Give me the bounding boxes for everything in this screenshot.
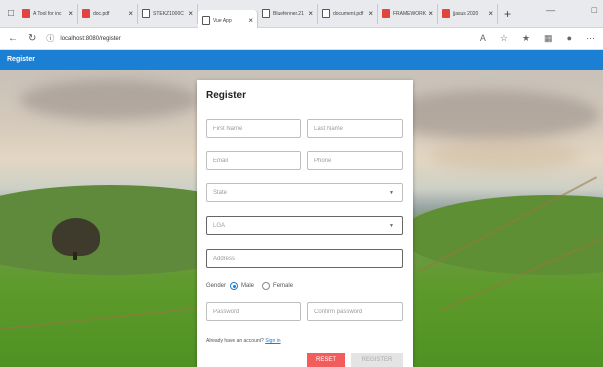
lga-select[interactable]: LGA ▼ bbox=[206, 216, 403, 235]
favorite-icon[interactable]: ☆ bbox=[500, 33, 508, 44]
phone-field[interactable] bbox=[307, 151, 403, 170]
gender-male-label[interactable]: Male bbox=[241, 283, 254, 289]
new-tab-icon[interactable]: + bbox=[504, 7, 511, 21]
refresh-icon[interactable]: ↻ bbox=[28, 33, 36, 44]
browser-tab[interactable]: doc.pdf × bbox=[78, 3, 138, 24]
browser-tab-label: Vue App bbox=[213, 17, 232, 24]
browser-tab-label: Bluefenner.21 bbox=[273, 10, 304, 17]
browser-tab[interactable]: jjasus 2020 × bbox=[438, 3, 498, 24]
password-field[interactable] bbox=[206, 302, 301, 321]
doc-icon bbox=[142, 9, 150, 18]
account-prompt: Already have an account? Sign in bbox=[206, 338, 281, 344]
close-tab-icon[interactable]: × bbox=[248, 16, 253, 25]
form-title: Register bbox=[206, 90, 247, 101]
last-name-field[interactable] bbox=[307, 119, 403, 138]
gender-label: Gender bbox=[206, 283, 227, 289]
register-card: Register State ▼ LGA ▼ Gender Male Femal… bbox=[197, 80, 413, 367]
profile-icon[interactable]: ● bbox=[567, 33, 572, 44]
browser-tab[interactable]: A Tool for inc × bbox=[18, 3, 78, 24]
tab-strip: A Tool for inc × doc.pdf × STEKZ1000C × Vue Ap… bbox=[18, 0, 498, 32]
close-tab-icon[interactable]: × bbox=[488, 9, 493, 18]
collections-icon[interactable]: ▦ bbox=[544, 33, 553, 44]
browser-tab-label: A Tool for inc bbox=[33, 10, 62, 17]
state-select[interactable]: State ▼ bbox=[206, 183, 403, 202]
browser-tab[interactable]: Bluefenner.21 × bbox=[258, 3, 318, 24]
first-name-input[interactable] bbox=[213, 126, 300, 132]
url-text[interactable]: localhost:8080/register bbox=[60, 36, 120, 42]
browser-tab[interactable]: FRAMEWORK × bbox=[378, 3, 438, 24]
pdf-icon bbox=[82, 9, 90, 18]
phone-input[interactable] bbox=[314, 158, 402, 164]
pdf-icon bbox=[442, 9, 450, 18]
doc-icon bbox=[322, 9, 330, 18]
chevron-down-icon: ▼ bbox=[389, 190, 394, 196]
tree bbox=[52, 218, 100, 256]
tab-actions-icon[interactable]: □ bbox=[4, 7, 18, 21]
browser-tab[interactable]: document.pdf × bbox=[318, 3, 378, 24]
reset-button[interactable]: RESET bbox=[307, 353, 345, 367]
close-tab-icon[interactable]: × bbox=[128, 9, 133, 18]
email-field[interactable] bbox=[206, 151, 301, 170]
confirm-password-field[interactable] bbox=[307, 302, 403, 321]
email-input[interactable] bbox=[213, 158, 300, 164]
close-tab-icon[interactable]: × bbox=[368, 9, 373, 18]
browser-tab-label: document.pdf bbox=[333, 10, 364, 17]
close-tab-icon[interactable]: × bbox=[428, 9, 433, 18]
window-controls: — x □ bbox=[546, 5, 597, 15]
sign-in-link[interactable]: Sign in bbox=[265, 338, 280, 344]
browser-tab[interactable]: STEKZ1000C × bbox=[138, 3, 198, 24]
password-input[interactable] bbox=[213, 309, 300, 315]
more-icon[interactable]: ⋯ bbox=[586, 33, 595, 44]
gender-group: Gender Male Female bbox=[206, 282, 293, 290]
account-prompt-text: Already have an account? bbox=[206, 338, 264, 344]
register-button[interactable]: REGISTER bbox=[351, 353, 403, 367]
close-tab-icon[interactable]: × bbox=[68, 9, 73, 18]
gender-female-radio[interactable] bbox=[262, 282, 271, 290]
browser-tab-label: doc.pdf bbox=[93, 10, 110, 17]
address-input[interactable] bbox=[213, 256, 402, 262]
first-name-field[interactable] bbox=[206, 119, 301, 138]
close-tab-icon[interactable]: × bbox=[188, 9, 193, 18]
minimize-icon[interactable]: — bbox=[546, 5, 555, 15]
gender-female-label[interactable]: Female bbox=[273, 283, 293, 289]
state-select-label: State bbox=[213, 190, 228, 196]
lga-select-label: LGA bbox=[213, 223, 226, 229]
browser-tab-bar: □ A Tool for inc × doc.pdf × STEKZ1000C × Vue … bbox=[0, 0, 603, 32]
read-aloud-icon[interactable]: A bbox=[480, 33, 486, 44]
app-header: Register bbox=[0, 50, 603, 70]
address-bar: ← ↻ ⓘ localhost:8080/register A ☆ ★ ▦ ● … bbox=[0, 28, 603, 50]
confirm-password-input[interactable] bbox=[314, 309, 402, 315]
info-icon: ⓘ bbox=[46, 34, 55, 43]
back-icon[interactable]: ← bbox=[8, 33, 18, 44]
doc-icon bbox=[262, 9, 270, 18]
doc-icon bbox=[202, 16, 210, 25]
address-field[interactable] bbox=[206, 249, 403, 268]
pdf-icon bbox=[22, 9, 30, 18]
chevron-down-icon: ▼ bbox=[389, 223, 394, 229]
restore-icon[interactable]: □ bbox=[592, 5, 597, 15]
pdf-icon bbox=[382, 9, 390, 18]
close-tab-icon[interactable]: × bbox=[308, 9, 313, 18]
browser-toolbar: A ☆ ★ ▦ ● ⋯ bbox=[480, 33, 595, 44]
last-name-input[interactable] bbox=[314, 126, 402, 132]
browser-tab-label: STEKZ1000C bbox=[153, 10, 184, 17]
browser-tab-label: FRAMEWORK bbox=[393, 10, 427, 17]
gender-male-radio[interactable] bbox=[230, 282, 239, 290]
browser-tab-label: jjasus 2020 bbox=[453, 10, 479, 17]
favorites-icon[interactable]: ★ bbox=[522, 33, 530, 44]
